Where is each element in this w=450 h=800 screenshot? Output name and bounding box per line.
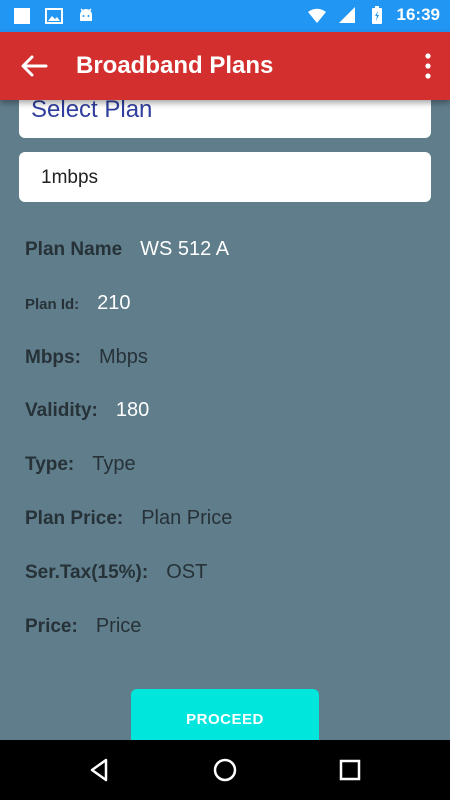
- validity-value: 180: [115, 399, 150, 421]
- ser-tax-row: Ser.Tax(15%): OST: [25, 561, 207, 584]
- ser-tax-value: OST: [166, 561, 208, 583]
- mbps-row: Mbps: Mbps: [25, 346, 148, 369]
- ser-tax-label: Ser.Tax(15%):: [25, 562, 149, 583]
- price-value: Price: [95, 615, 142, 637]
- page-title: Broadband Plans: [76, 52, 274, 79]
- mbps-label: Mbps:: [25, 347, 81, 368]
- square-icon: [14, 8, 30, 24]
- plan-name-label: Plan Name: [25, 239, 123, 260]
- plan-id-value: 210: [97, 292, 131, 314]
- home-circle-icon[interactable]: [211, 756, 239, 784]
- plan-id-label: Plan Id:: [25, 296, 80, 313]
- more-vert-icon[interactable]: [418, 52, 438, 80]
- plan-price-row: Plan Price: Plan Price: [25, 507, 232, 530]
- price-label: Price:: [25, 616, 78, 637]
- back-triangle-icon[interactable]: [86, 756, 114, 784]
- app-bar: Broadband Plans: [0, 32, 450, 100]
- type-value: Type: [92, 453, 136, 475]
- validity-row: Validity: 180: [25, 399, 149, 422]
- type-label: Type:: [25, 454, 75, 475]
- signal-icon: [338, 7, 355, 23]
- navigation-bar: [0, 740, 450, 800]
- plan-name-value: WS 512 A: [140, 238, 230, 260]
- status-bar: 16:39: [0, 0, 450, 32]
- validity-label: Validity:: [25, 400, 98, 421]
- plan-price-value: Plan Price: [141, 507, 233, 529]
- type-row: Type: Type: [25, 453, 136, 476]
- battery-icon: [371, 6, 382, 24]
- price-row: Price: Price: [25, 615, 141, 638]
- select-plan-label: Select Plan: [31, 96, 153, 123]
- plan-id-row: Plan Id: 210: [25, 292, 131, 315]
- plan-price-label: Plan Price:: [25, 508, 124, 529]
- back-arrow-icon[interactable]: [16, 50, 52, 82]
- speed-value: 1mbps: [41, 167, 99, 188]
- status-time: 16:39: [396, 5, 440, 24]
- plan-name-row: Plan Name WS 512 A: [25, 238, 229, 261]
- mbps-value: Mbps: [98, 346, 148, 368]
- speed-field[interactable]: 1mbps: [19, 152, 431, 202]
- image-icon: [45, 8, 63, 24]
- android-icon: [80, 8, 92, 21]
- recents-square-icon[interactable]: [336, 756, 364, 784]
- wifi-icon: [307, 8, 326, 23]
